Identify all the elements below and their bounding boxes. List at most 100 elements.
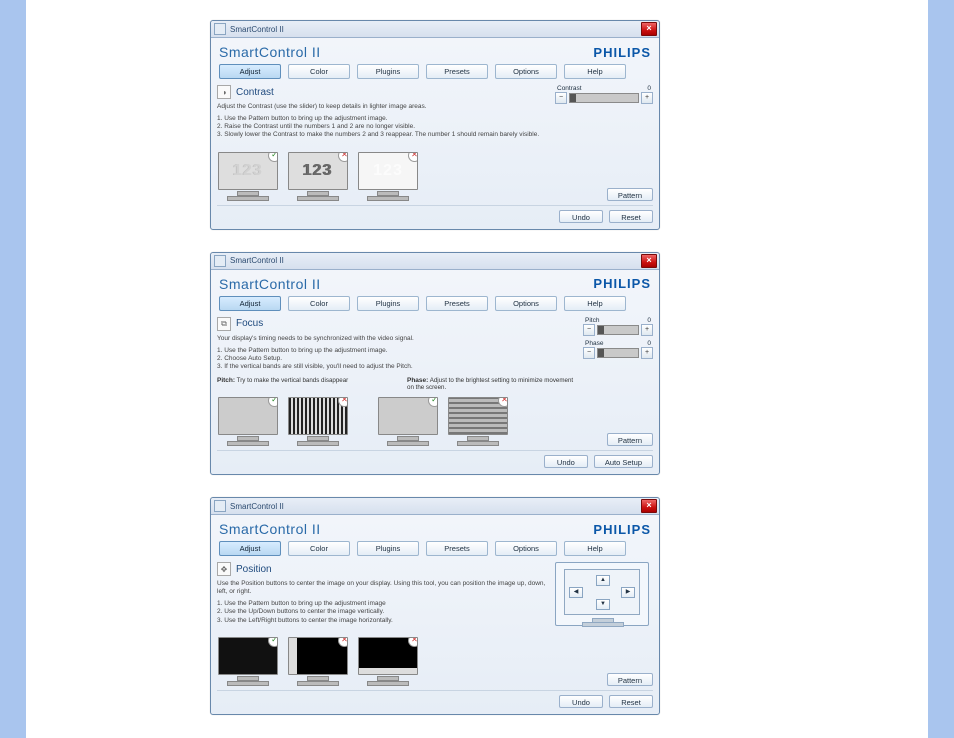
tab-row: Adjust Color Plugins Presets Options Hel… — [219, 64, 651, 79]
section-title: Contrast — [236, 87, 274, 98]
tab-presets[interactable]: Presets — [426, 541, 488, 556]
titlebar[interactable]: SmartControl II × — [211, 253, 659, 270]
pitch-monitors: ✓ ✕ — [217, 397, 349, 446]
phase-slider: Phase 0 − + — [583, 340, 653, 359]
slider-value: 0 — [647, 85, 651, 92]
tab-help[interactable]: Help — [564, 296, 626, 311]
page-left-bar — [0, 0, 26, 738]
arrow-up-button[interactable]: ▲ — [596, 575, 610, 586]
slider-track[interactable] — [569, 93, 639, 103]
cross-icon: ✕ — [338, 637, 348, 647]
tab-adjust[interactable]: Adjust — [219, 296, 281, 311]
check-icon: ✓ — [268, 397, 278, 407]
tab-help[interactable]: Help — [564, 541, 626, 556]
pattern-button[interactable]: Pattern — [607, 433, 653, 446]
preview-text: 123 — [303, 162, 333, 180]
phase-monitors: ✓ ✕ — [377, 397, 509, 446]
preview-text: 123 — [373, 162, 403, 180]
pitch-label: Pitch: — [217, 377, 235, 384]
undo-button[interactable]: Undo — [559, 210, 603, 223]
monitor-preview: ✓ — [217, 397, 279, 446]
tab-row: Adjust Color Plugins Presets Options Hel… — [219, 541, 651, 556]
arrow-left-button[interactable]: ◀ — [569, 587, 583, 598]
product-title: SmartControl II — [219, 521, 321, 537]
tab-adjust[interactable]: Adjust — [219, 541, 281, 556]
client-area: SmartControl II PHILIPS Adjust Color Plu… — [211, 38, 659, 229]
tab-color[interactable]: Color — [288, 64, 350, 79]
tab-options[interactable]: Options — [495, 296, 557, 311]
slider-track[interactable] — [597, 348, 639, 358]
undo-button[interactable]: Undo — [559, 695, 603, 708]
titlebar-text: SmartControl II — [230, 25, 284, 34]
tab-options[interactable]: Options — [495, 64, 557, 79]
position-preview: ▲ ▼ ◀ ▶ — [555, 562, 649, 626]
brand-logo: PHILIPS — [593, 522, 651, 537]
cross-icon: ✕ — [498, 397, 508, 407]
client-area: SmartControl II PHILIPS Adjust Color Plu… — [211, 515, 659, 714]
titlebar[interactable]: SmartControl II × — [211, 21, 659, 38]
close-icon[interactable]: × — [641, 254, 657, 268]
titlebar[interactable]: SmartControl II × — [211, 498, 659, 515]
check-icon: ✓ — [268, 152, 278, 162]
focus-icon: ⧉ — [217, 317, 231, 331]
client-area: SmartControl II PHILIPS Adjust Color Plu… — [211, 270, 659, 475]
slider-track[interactable] — [597, 325, 639, 335]
pattern-button[interactable]: Pattern — [607, 188, 653, 201]
slider-value: 0 — [647, 340, 651, 347]
product-title: SmartControl II — [219, 276, 321, 292]
autosetup-button[interactable]: Auto Setup — [594, 455, 653, 468]
undo-button[interactable]: Undo — [544, 455, 588, 468]
slider-label: Contrast — [557, 85, 582, 92]
step: 2. Choose Auto Setup. — [217, 355, 577, 363]
tab-row: Adjust Color Plugins Presets Options Hel… — [219, 296, 651, 311]
tab-options[interactable]: Options — [495, 541, 557, 556]
slider-plus-button[interactable]: + — [641, 92, 653, 104]
slider-minus-button[interactable]: − — [583, 324, 595, 336]
tab-adjust[interactable]: Adjust — [219, 64, 281, 79]
check-icon: ✓ — [428, 397, 438, 407]
section-title: Focus — [236, 318, 263, 329]
tab-plugins[interactable]: Plugins — [357, 64, 419, 79]
instructions: 1. Use the Pattern button to bring up th… — [217, 347, 577, 371]
window-contrast: SmartControl II × SmartControl II PHILIP… — [210, 20, 660, 230]
arrow-right-button[interactable]: ▶ — [621, 587, 635, 598]
tab-plugins[interactable]: Plugins — [357, 541, 419, 556]
arrow-down-button[interactable]: ▼ — [596, 599, 610, 610]
cross-icon: ✕ — [338, 152, 348, 162]
window-focus: SmartControl II × SmartControl II PHILIP… — [210, 252, 660, 476]
pitch-slider: Pitch 0 − + — [583, 317, 653, 336]
tab-presets[interactable]: Presets — [426, 296, 488, 311]
monitor-preview: 123✕ — [357, 152, 419, 201]
monitor-preview: ✕ — [447, 397, 509, 446]
system-icon — [214, 500, 226, 512]
step: 1. Use the Pattern button to bring up th… — [217, 115, 549, 123]
slider-value: 0 — [647, 317, 651, 324]
slider-minus-button[interactable]: − — [583, 347, 595, 359]
reset-button[interactable]: Reset — [609, 695, 653, 708]
monitor-preview: ✓ — [217, 637, 279, 686]
step: 3. If the vertical bands are still visib… — [217, 363, 577, 371]
titlebar-text: SmartControl II — [230, 502, 284, 511]
tab-help[interactable]: Help — [564, 64, 626, 79]
close-icon[interactable]: × — [641, 22, 657, 36]
section-desc: Use the Position buttons to center the i… — [217, 580, 549, 596]
section-desc: Your display's timing needs to be synchr… — [217, 335, 577, 343]
slider-plus-button[interactable]: + — [641, 347, 653, 359]
monitor-preview: 123✓ — [217, 152, 279, 201]
tab-color[interactable]: Color — [288, 541, 350, 556]
tab-color[interactable]: Color — [288, 296, 350, 311]
monitor-preview: ✕ — [357, 637, 419, 686]
step: 3. Slowly lower the Contrast to make the… — [217, 131, 549, 139]
instructions: 1. Use the Pattern button to bring up th… — [217, 115, 549, 139]
reset-button[interactable]: Reset — [609, 210, 653, 223]
section-desc: Adjust the Contrast (use the slider) to … — [217, 103, 549, 111]
tab-presets[interactable]: Presets — [426, 64, 488, 79]
slider-plus-button[interactable]: + — [641, 324, 653, 336]
monitor-preview: ✕ — [287, 397, 349, 446]
close-icon[interactable]: × — [641, 499, 657, 513]
tab-plugins[interactable]: Plugins — [357, 296, 419, 311]
slider-minus-button[interactable]: − — [555, 92, 567, 104]
pattern-button[interactable]: Pattern — [607, 673, 653, 686]
step: 1. Use the Pattern button to bring up th… — [217, 347, 577, 355]
contrast-icon: ◑ — [217, 85, 231, 99]
